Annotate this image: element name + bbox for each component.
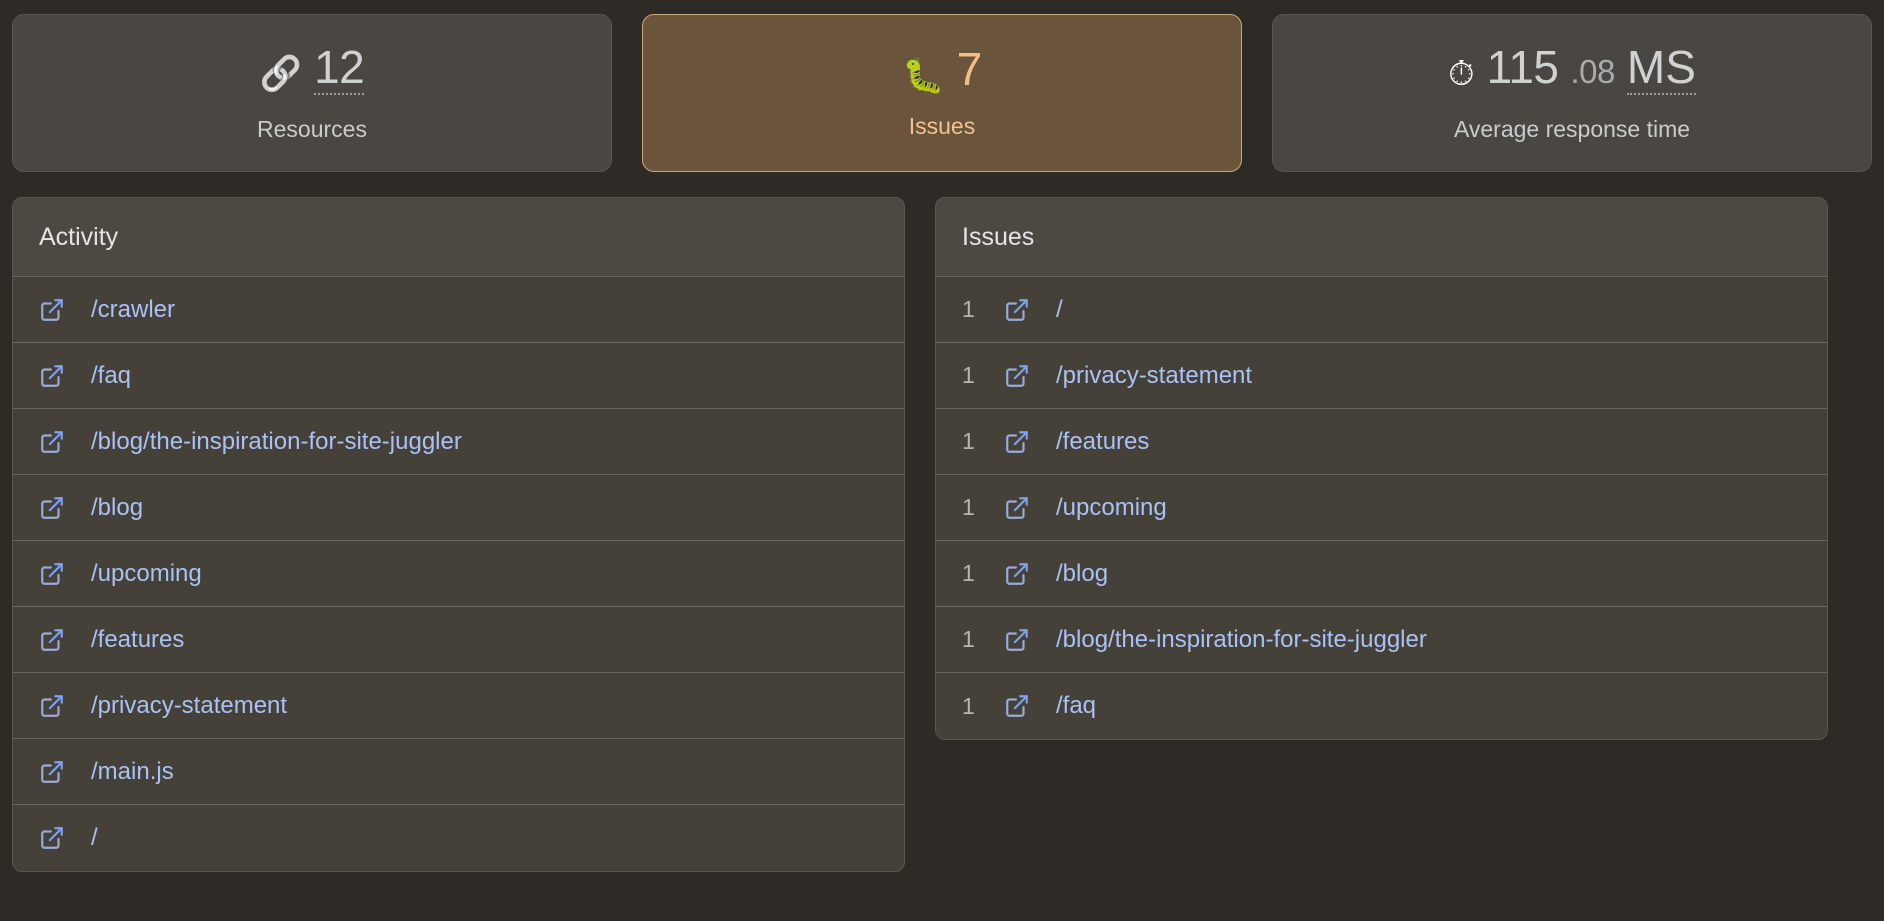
issues-row[interactable]: 1/upcoming [936,475,1827,541]
external-link-icon[interactable] [39,297,65,323]
activity-row[interactable]: /blog/the-inspiration-for-site-juggler [13,409,904,475]
issues-row[interactable]: 1/faq [936,673,1827,739]
stats-row: 🔗 12 Resources 🐛 7 Issues ⏱ 115.08 MS Av… [12,14,1872,172]
resource-path-link[interactable]: /upcoming [1056,494,1167,522]
stat-label-issues: Issues [908,113,976,139]
external-link-icon[interactable] [1004,363,1030,389]
issues-row[interactable]: 1/blog/the-inspiration-for-site-juggler [936,607,1827,673]
resource-path-link[interactable]: /faq [1056,692,1096,720]
bug-icon: 🐛 [902,57,945,95]
link-icon: 🔗 [259,54,303,93]
stopwatch-icon: ⏱ [1448,54,1475,93]
activity-row[interactable]: /blog [13,475,904,541]
external-link-icon[interactable] [39,561,65,587]
external-link-icon[interactable] [39,495,65,521]
activity-list: /crawler/faq/blog/the-inspiration-for-si… [13,277,904,871]
issues-panel: Issues 1/1/privacy-statement 1/features 1/… [935,197,1828,740]
resource-path-link[interactable]: /blog/the-inspiration-for-site-juggler [1056,626,1427,654]
stat-number-fraction: .08 [1570,52,1616,90]
external-link-icon[interactable] [1004,297,1030,323]
resource-path-link[interactable]: /blog [91,494,143,522]
external-link-icon[interactable] [39,825,65,851]
issues-row[interactable]: 1/privacy-statement [936,343,1827,409]
activity-row[interactable]: /faq [13,343,904,409]
stat-value-issues: 🐛 7 [902,43,983,95]
issue-count: 1 [962,692,975,719]
resource-path-link[interactable]: /upcoming [91,560,202,588]
external-link-icon[interactable] [1004,627,1030,653]
issue-count: 1 [962,494,975,520]
activity-row[interactable]: /privacy-statement [13,673,904,739]
stat-value-average-response-time: ⏱ 115.08 MS [1448,44,1696,95]
stat-label-resources: Resources [257,115,367,142]
stat-card-average-response-time[interactable]: ⏱ 115.08 MS Average response time [1272,14,1872,172]
issues-row[interactable]: 1/ [936,277,1827,343]
stat-number: 12 [314,40,365,95]
issue-count: 1 [962,362,975,388]
issue-count: 1 [962,296,975,322]
activity-panel-title: Activity [13,198,904,277]
activity-row[interactable]: /crawler [13,277,904,343]
stat-number: 7 [956,43,983,95]
external-link-icon[interactable] [1004,495,1030,521]
issue-count: 1 [962,560,975,586]
stat-number: 115 [1486,40,1559,93]
external-link-icon[interactable] [1004,693,1030,719]
resource-path-link[interactable]: /features [91,626,184,654]
external-link-icon[interactable] [39,363,65,389]
stat-label-average-response-time: Average response time [1453,115,1691,142]
resource-path-link[interactable]: /features [1056,428,1149,456]
resource-path-link[interactable]: /faq [91,362,131,390]
resource-path-link[interactable]: /blog [1056,560,1108,588]
dashboard-page: 🔗 12 Resources 🐛 7 Issues ⏱ 115.08 MS Av… [0,0,1884,921]
stat-unit: MS [1626,40,1696,95]
activity-row[interactable]: /features [13,607,904,673]
issues-row[interactable]: 1/blog [936,541,1827,607]
external-link-icon[interactable] [1004,561,1030,587]
stat-value-resources: 🔗 12 [260,44,365,95]
issues-list: 1/1/privacy-statement 1/features 1/upcomin… [936,277,1827,739]
external-link-icon[interactable] [39,693,65,719]
issues-row[interactable]: 1/features [936,409,1827,475]
activity-row[interactable]: /upcoming [13,541,904,607]
resource-path-link[interactable]: /privacy-statement [91,692,287,720]
activity-panel: Activity /crawler/faq/blog/the-inspirati… [12,197,905,872]
external-link-icon[interactable] [39,627,65,653]
issue-count: 1 [962,428,975,454]
resource-path-link[interactable]: /crawler [91,296,175,324]
stat-card-issues[interactable]: 🐛 7 Issues [642,14,1242,172]
resource-path-link[interactable]: /privacy-statement [1056,362,1252,390]
external-link-icon[interactable] [39,429,65,455]
external-link-icon[interactable] [1004,429,1030,455]
issue-count: 1 [962,626,975,652]
external-link-icon[interactable] [39,759,65,785]
panels-row: Activity /crawler/faq/blog/the-inspirati… [12,197,1872,872]
resource-path-link[interactable]: /main.js [91,758,174,786]
issues-panel-title: Issues [936,198,1827,277]
activity-row[interactable]: /main.js [13,739,904,805]
activity-row[interactable]: / [13,805,904,871]
resource-path-link[interactable]: /blog/the-inspiration-for-site-juggler [91,428,462,456]
stat-card-resources[interactable]: 🔗 12 Resources [12,14,612,172]
resource-path-link[interactable]: / [91,824,98,852]
resource-path-link[interactable]: / [1056,296,1063,324]
